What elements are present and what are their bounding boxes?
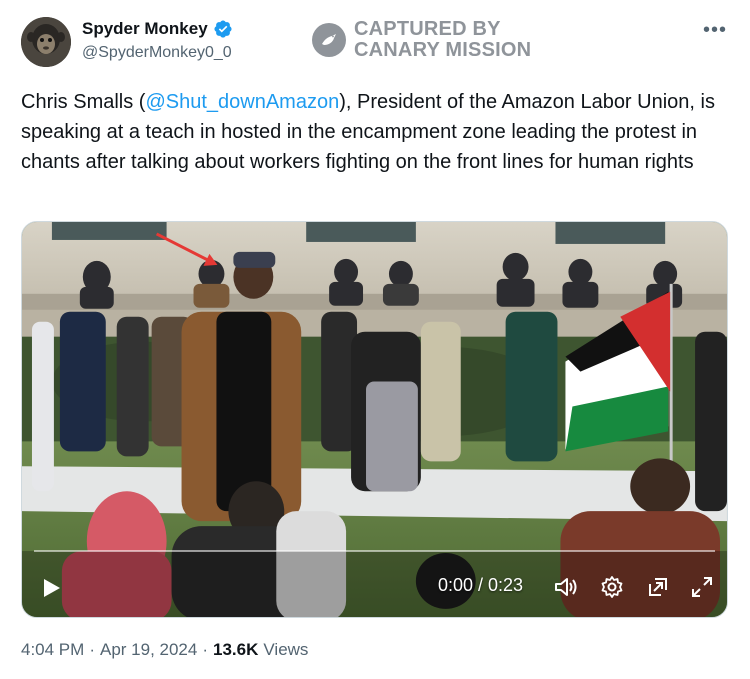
author-handle[interactable]: @SpyderMonkey0_0: [82, 44, 232, 62]
fullscreen-icon: [692, 577, 712, 597]
avatar[interactable]: [21, 17, 71, 67]
monkey-avatar: [21, 17, 71, 67]
play-icon: [44, 579, 60, 597]
tweet-text: Chris Smalls (@Shut_downAmazon), Preside…: [21, 87, 721, 177]
views-label: Views: [263, 640, 309, 659]
watermark-text: CAPTURED BY CANARY MISSION: [354, 19, 531, 61]
settings-button[interactable]: [596, 571, 628, 603]
video-controls: 0:00 / 0:23: [22, 557, 727, 617]
tweet-time[interactable]: 4:04 PM: [21, 640, 84, 660]
play-button[interactable]: [34, 571, 68, 605]
verified-badge-icon[interactable]: [213, 19, 233, 39]
tweet-text-before: Chris Smalls (: [21, 91, 146, 113]
views-count[interactable]: 13.6K: [213, 640, 258, 660]
meta-separator: ·: [202, 640, 209, 659]
meta-separator: ·: [89, 640, 95, 659]
author-display-name[interactable]: Spyder Monkey: [82, 19, 208, 39]
more-options-icon: •••: [702, 19, 727, 41]
volume-button[interactable]: [550, 571, 582, 603]
fullscreen-button[interactable]: [686, 571, 718, 603]
picture-in-picture-button[interactable]: [642, 571, 674, 603]
more-options-button[interactable]: •••: [700, 18, 730, 42]
video-timecode: 0:00 / 0:23: [438, 575, 524, 595]
video-progress-track[interactable]: [34, 550, 715, 552]
volume-icon: [555, 578, 577, 596]
pip-icon: [649, 578, 667, 596]
canary-mission-watermark: CAPTURED BY CANARY MISSION: [312, 19, 531, 61]
tweet-meta: 4:04 PM · Apr 19, 2024 · 13.6K Views: [21, 640, 308, 660]
video-player[interactable]: 0:00 / 0:23: [21, 221, 728, 618]
bird-logo-icon: [312, 23, 346, 57]
author-name-row: Spyder Monkey: [82, 19, 233, 39]
settings-icon: [601, 576, 623, 598]
watermark-line1: CAPTURED BY: [354, 18, 501, 40]
mention-link[interactable]: @Shut_downAmazon: [145, 91, 339, 113]
watermark-line2: CANARY MISSION: [354, 39, 532, 61]
tweet-date[interactable]: Apr 19, 2024: [100, 640, 197, 660]
